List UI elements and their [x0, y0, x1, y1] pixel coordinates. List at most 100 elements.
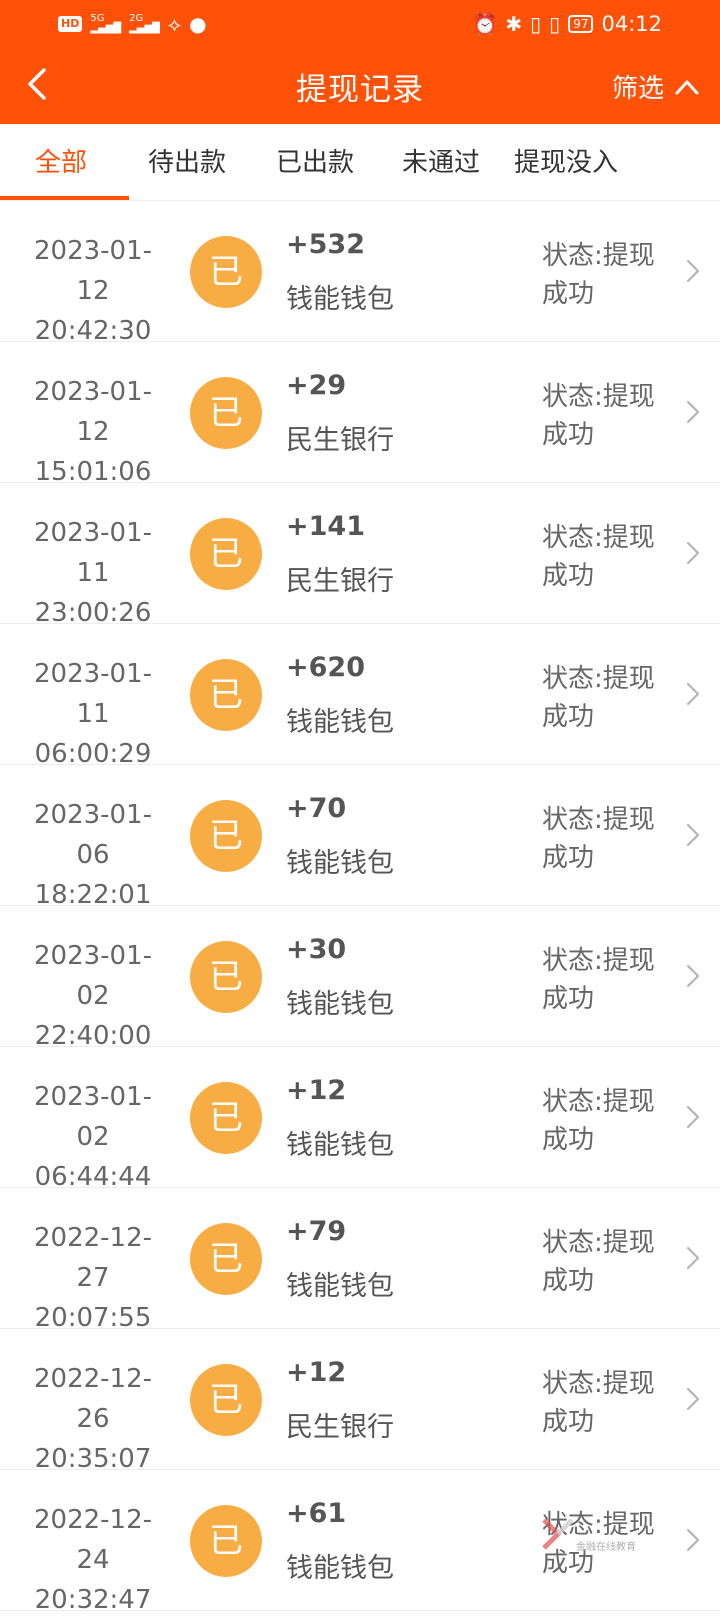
tab-all[interactable]: 全部	[35, 142, 87, 179]
list-item[interactable]: 2022-12-26 20:35:07 已 +12 民生银行 状态:提现 成功	[0, 1329, 720, 1474]
active-tab-indicator	[0, 196, 129, 200]
list-item[interactable]: 2022-12-24 20:32:47 已 +61 钱能钱包 状态:提现 成功	[0, 1470, 720, 1615]
list-item[interactable]: 2023-01-11 23:00:26 已 +141 民生银行 状态:提现 成功	[0, 483, 720, 628]
record-account: 民生银行	[286, 566, 394, 597]
chevron-right-icon	[686, 823, 700, 847]
record-amount: +79	[286, 1216, 347, 1247]
record-datetime: 2023-01-11 23:00:26	[18, 513, 168, 633]
status-right: ⏰ ✱ ▯ ▯ 97 04:12	[472, 12, 662, 36]
record-status-line1: 状态:提现	[542, 805, 655, 835]
record-status-line1: 状态:提现	[542, 664, 655, 694]
signal-bars: ▂▄▆█	[90, 23, 122, 34]
record-status-line2: 成功	[542, 843, 595, 873]
signal-2g-icon: 2G ▂▄▆█	[129, 14, 160, 34]
record-amount: +532	[286, 229, 365, 260]
record-status-line1: 状态:提现	[542, 1228, 655, 1258]
record-amount: +70	[286, 793, 347, 824]
record-datetime: 2022-12-27 20:07:55	[18, 1218, 168, 1338]
chevron-right-icon	[686, 682, 700, 706]
filter-button[interactable]: 筛选	[612, 68, 700, 105]
record-status-line1: 状态:提现	[542, 241, 655, 271]
record-status-line2: 成功	[542, 702, 595, 732]
vibrate-icon: ▯	[530, 12, 542, 36]
chevron-right-icon	[686, 1105, 700, 1129]
record-status: 状态:提现 成功	[542, 942, 672, 1018]
status-badge: 已	[190, 377, 262, 449]
record-status-line2: 成功	[542, 984, 595, 1014]
record-status: 状态:提现 成功	[542, 1506, 672, 1582]
record-datetime: 2023-01-02 06:44:44	[18, 1077, 168, 1197]
record-date: 2023-01-11	[33, 659, 152, 729]
record-datetime: 2023-01-06 18:22:01	[18, 795, 168, 915]
chevron-right-icon	[686, 1387, 700, 1411]
record-account: 民生银行	[286, 425, 394, 456]
list-item[interactable]: 2023-01-12 15:01:06 已 +29 民生银行 状态:提现 成功	[0, 342, 720, 487]
nfc-icon: ▯	[549, 12, 561, 36]
record-date: 2023-01-11	[33, 518, 152, 588]
record-date: 2022-12-26	[33, 1364, 152, 1434]
record-amount: +30	[286, 934, 347, 965]
status-bar: HD 5G ▂▄▆█ 2G ▂▄▆█ ⟡ ● ⏰ ✱ ▯ ▯ 97 04:12	[0, 0, 720, 48]
record-amount: +141	[286, 511, 365, 542]
record-amount: +61	[286, 1498, 347, 1529]
record-date: 2023-01-02	[33, 1082, 152, 1152]
record-account: 钱能钱包	[286, 1130, 394, 1161]
record-account: 民生银行	[286, 1412, 394, 1443]
record-account: 钱能钱包	[286, 989, 394, 1020]
list-item[interactable]: 2023-01-02 06:44:44 已 +12 钱能钱包 状态:提现 成功	[0, 1047, 720, 1192]
record-datetime: 2022-12-24 20:32:47	[18, 1500, 168, 1620]
record-status: 状态:提现 成功	[542, 1365, 672, 1441]
record-status-line1: 状态:提现	[542, 523, 655, 553]
list-item[interactable]: 2023-01-12 20:42:30 已 +532 钱能钱包 状态:提现 成功	[0, 201, 720, 346]
record-status: 状态:提现 成功	[542, 1224, 672, 1300]
chevron-right-icon	[686, 1528, 700, 1552]
status-badge: 已	[190, 518, 262, 590]
alarm-icon: ⏰	[472, 12, 498, 36]
record-status: 状态:提现 成功	[542, 237, 672, 313]
tab-paid[interactable]: 已出款	[276, 142, 354, 179]
record-time: 20:32:47	[34, 1585, 152, 1615]
record-date: 2023-01-02	[33, 941, 152, 1011]
record-status-line2: 成功	[542, 1125, 595, 1155]
message-icon: ●	[189, 12, 207, 36]
status-badge: 已	[190, 941, 262, 1013]
app-header: HD 5G ▂▄▆█ 2G ▂▄▆█ ⟡ ● ⏰ ✱ ▯ ▯ 97 04:12 提现…	[0, 0, 720, 124]
record-datetime: 2023-01-02 22:40:00	[18, 936, 168, 1056]
record-date: 2023-01-12	[33, 377, 152, 447]
list-item[interactable]: 2023-01-06 18:22:01 已 +70 钱能钱包 状态:提现 成功	[0, 765, 720, 910]
record-date: 2023-01-12	[33, 236, 152, 306]
tab-not-credited[interactable]: 提现没入	[514, 142, 618, 179]
record-amount: +12	[286, 1357, 347, 1388]
tab-pending[interactable]: 待出款	[148, 142, 226, 179]
record-status-line1: 状态:提现	[542, 382, 655, 412]
chevron-right-icon	[686, 541, 700, 565]
list-item[interactable]: 2022-12-27 20:07:55 已 +79 钱能钱包 状态:提现 成功	[0, 1188, 720, 1333]
record-datetime: 2023-01-12 20:42:30	[18, 231, 168, 351]
record-account: 钱能钱包	[286, 848, 394, 879]
status-left: HD 5G ▂▄▆█ 2G ▂▄▆█ ⟡ ●	[58, 12, 207, 36]
record-date: 2023-01-06	[33, 800, 152, 870]
record-datetime: 2023-01-11 06:00:29	[18, 654, 168, 774]
record-status-line2: 成功	[542, 1407, 595, 1437]
record-status-line2: 成功	[542, 420, 595, 450]
list-item[interactable]: 2023-01-02 22:40:00 已 +30 钱能钱包 状态:提现 成功	[0, 906, 720, 1051]
record-status-line1: 状态:提现	[542, 946, 655, 976]
status-badge: 已	[190, 659, 262, 731]
status-badge: 已	[190, 800, 262, 872]
tab-rejected[interactable]: 未通过	[402, 142, 480, 179]
bluetooth-icon: ✱	[505, 12, 523, 36]
record-status: 状态:提现 成功	[542, 660, 672, 736]
record-status-line2: 成功	[542, 1266, 595, 1296]
record-status-line1: 状态:提现	[542, 1087, 655, 1117]
record-account: 钱能钱包	[286, 707, 394, 738]
record-account: 钱能钱包	[286, 1553, 394, 1584]
list-item[interactable]: 2023-01-11 06:00:29 已 +620 钱能钱包 状态:提现 成功	[0, 624, 720, 769]
record-status: 状态:提现 成功	[542, 801, 672, 877]
record-account: 钱能钱包	[286, 284, 394, 315]
chevron-right-icon	[686, 1246, 700, 1270]
status-badge: 已	[190, 1223, 262, 1295]
record-status-line2: 成功	[542, 279, 595, 309]
signal-bars: ▂▄▆█	[129, 23, 160, 34]
record-amount: +29	[286, 370, 347, 401]
battery-icon: 97	[568, 15, 594, 33]
